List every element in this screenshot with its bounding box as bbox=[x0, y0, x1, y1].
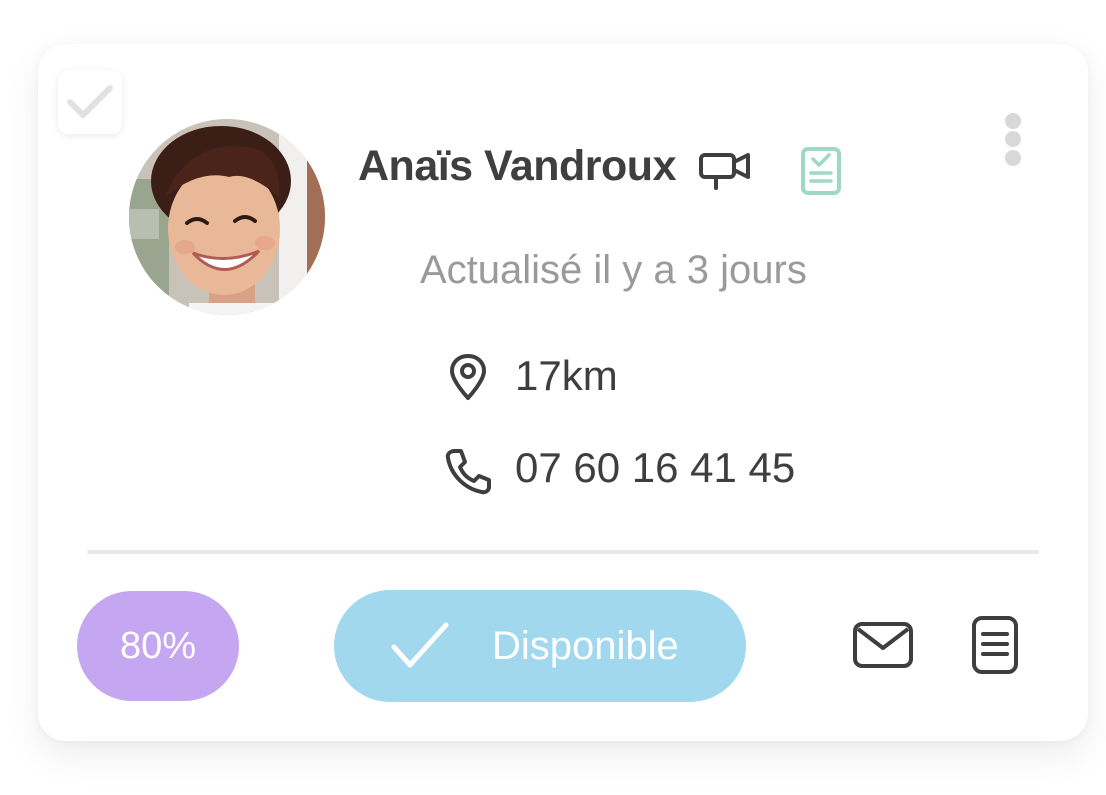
status-label: Disponible bbox=[492, 623, 679, 668]
notes-icon[interactable] bbox=[970, 614, 1020, 676]
candidate-name: Anaïs Vandroux bbox=[358, 142, 676, 190]
checkmark-icon bbox=[67, 85, 113, 118]
select-checkbox[interactable] bbox=[58, 70, 122, 134]
checkmark-icon bbox=[391, 622, 449, 668]
phone-text[interactable]: 07 60 16 41 45 bbox=[515, 444, 795, 492]
divider bbox=[87, 550, 1039, 554]
availability-status-button[interactable]: Disponible bbox=[334, 590, 746, 702]
match-score-value: 80% bbox=[119, 624, 197, 667]
match-score-badge: 80% bbox=[77, 591, 239, 701]
distance-text: 17km bbox=[515, 352, 618, 399]
updated-text: Actualisé il y a 3 jours bbox=[420, 248, 807, 292]
phone-icon[interactable] bbox=[443, 446, 493, 496]
avatar bbox=[129, 119, 325, 315]
location-pin-icon bbox=[450, 354, 486, 400]
mail-icon[interactable] bbox=[852, 620, 914, 670]
video-camera-icon[interactable] bbox=[698, 150, 752, 192]
more-vertical-icon[interactable] bbox=[996, 110, 1030, 174]
document-check-icon[interactable] bbox=[800, 146, 842, 196]
